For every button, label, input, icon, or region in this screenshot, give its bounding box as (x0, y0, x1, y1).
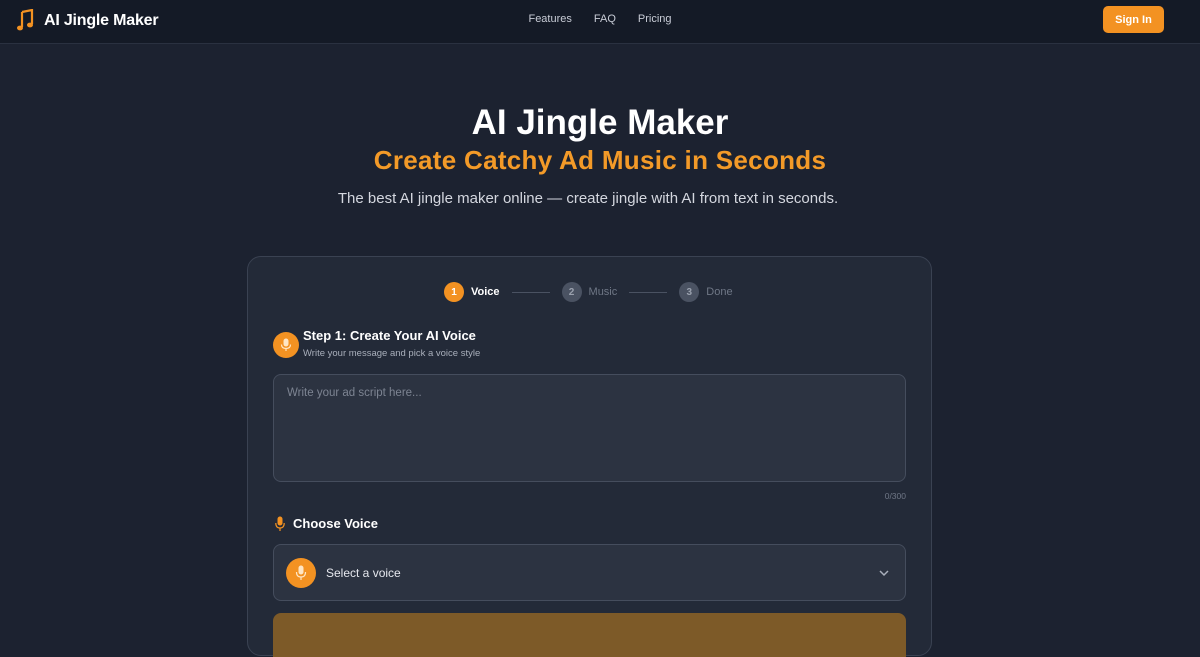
step-done: 3 Done (679, 282, 733, 302)
step-connector (629, 291, 668, 293)
chevron-down-icon (879, 570, 889, 577)
microphone-icon (280, 338, 292, 351)
nav-link-features[interactable]: Features (528, 13, 571, 25)
main-nav: Features FAQ Pricing (0, 13, 1200, 25)
step-number: 1 (444, 282, 464, 302)
microphone-icon (275, 516, 285, 531)
step-label: Done (706, 286, 733, 298)
step-connector (511, 291, 550, 293)
section-icon-badge (273, 332, 299, 358)
hero-subtitle: Create Catchy Ad Music in Seconds (373, 145, 827, 175)
voice-select-dropdown[interactable]: Select a voice (273, 544, 906, 601)
microphone-icon (295, 565, 307, 580)
voice-select-value: Select a voice (326, 566, 401, 580)
nav-link-faq[interactable]: FAQ (594, 13, 616, 25)
sign-in-button[interactable]: Sign In (1103, 6, 1164, 33)
hero-description: The best AI jingle maker online — create… (337, 190, 839, 207)
jingle-creator-card: 1 Voice 2 Music 3 Done Step 1: Create Yo… (247, 256, 932, 657)
step-music: 2 Music (561, 282, 618, 302)
top-navbar: AI Jingle Maker Features FAQ Pricing Sig… (0, 0, 1200, 44)
voice-avatar (286, 558, 316, 588)
step-number: 3 (679, 282, 700, 302)
hero-title: AI Jingle Maker (471, 103, 729, 142)
character-counter: 0/300 (884, 491, 906, 501)
generate-voice-button[interactable] (273, 613, 906, 657)
step-title: Step 1: Create Your AI Voice (303, 328, 476, 343)
step-voice: 1 Voice (444, 282, 500, 302)
choose-voice-label: Choose Voice (293, 516, 379, 531)
ad-script-input[interactable] (273, 374, 906, 482)
progress-stepper: 1 Voice 2 Music 3 Done (444, 281, 733, 303)
step-subtitle: Write your message and pick a voice styl… (303, 348, 481, 359)
step-label: Voice (471, 286, 500, 298)
nav-link-pricing[interactable]: Pricing (638, 13, 672, 25)
step-label: Music (588, 286, 618, 298)
step-number: 2 (561, 282, 582, 302)
